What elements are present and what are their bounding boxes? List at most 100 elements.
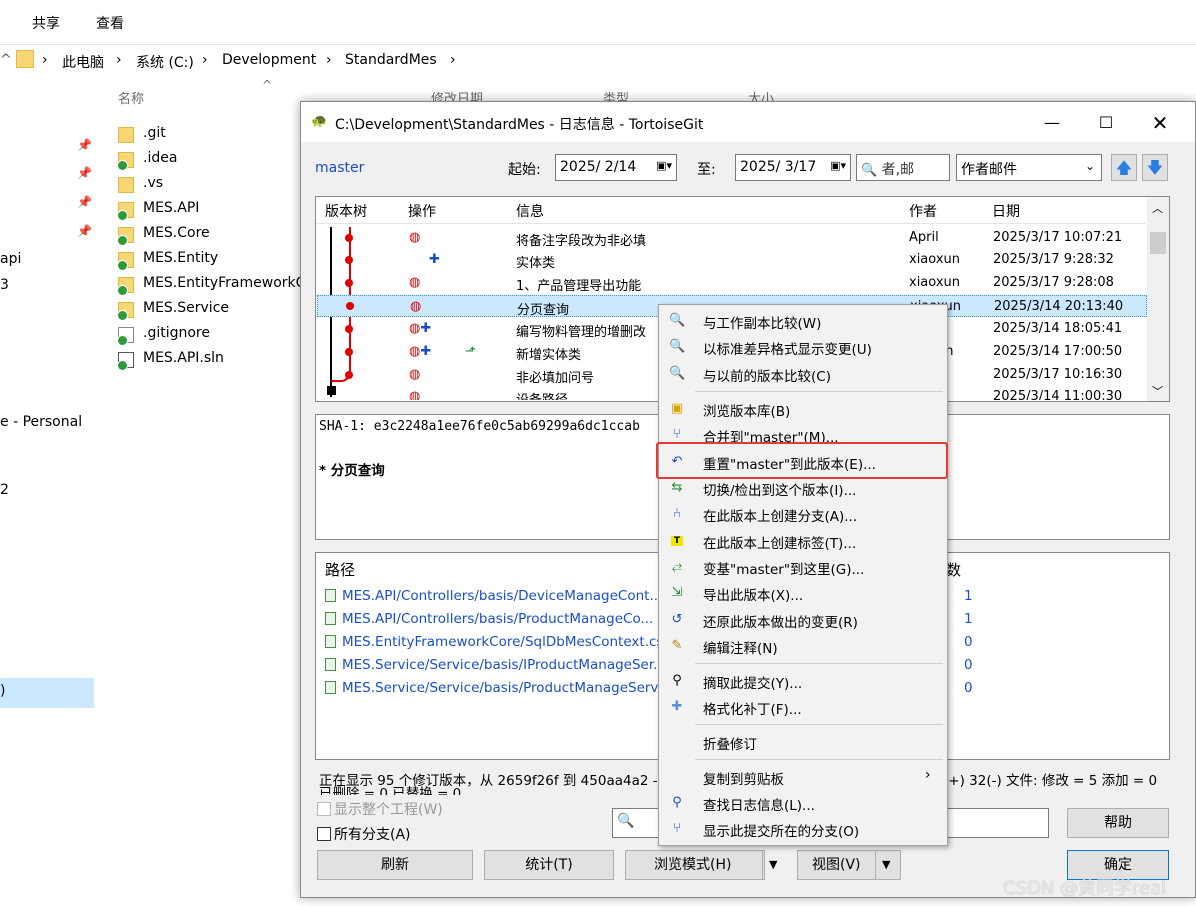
menu-item-revert[interactable]: ↺ 还原此版本做出的变更(R) <box>661 608 945 632</box>
file-icon <box>325 658 336 671</box>
git-ok-badge-icon <box>117 360 128 371</box>
menu-item-compare-previous[interactable]: 🔍 与以前的版本比较(C) <box>661 362 945 386</box>
menu-item-create-branch[interactable]: ⑃ 在此版本上创建分支(A)... <box>661 502 945 526</box>
minimize-button[interactable]: — <box>1029 110 1075 136</box>
menu-item-collapse-revisions[interactable]: 折叠修订 <box>661 730 945 754</box>
git-ok-badge-icon <box>117 335 128 346</box>
column-header-actions[interactable]: 操作 <box>408 201 436 221</box>
chevron-right-icon: › <box>42 52 48 68</box>
menu-separator <box>695 391 943 392</box>
sha-text: SHA-1: e3c2248a1ee76fe0c5ab69299a6dc1cca… <box>319 419 640 434</box>
statistics-button[interactable]: 统计(T) <box>484 850 614 880</box>
column-header-name[interactable]: 名称 <box>118 88 144 107</box>
ribbon-tab-view[interactable]: 查看 <box>96 13 124 33</box>
git-ok-badge-icon <box>117 210 128 221</box>
folder-icon <box>118 127 134 143</box>
menu-item-show-unified-diff[interactable]: 🔍 以标准差异格式显示变更(U) <box>661 335 945 359</box>
refresh-button[interactable]: 刷新 <box>317 850 473 880</box>
nav-item[interactable]: e - Personal <box>0 414 82 430</box>
nav-selected[interactable] <box>0 678 94 708</box>
changed-file-row[interactable]: MES.EntityFrameworkCore/SqlDbMesContext.… <box>325 634 663 650</box>
modified-icon: ◍✚ <box>409 344 432 359</box>
branches-icon: ⑂ <box>673 821 681 836</box>
menu-item-show-branches[interactable]: ⑂ 显示此提交所在的分支(O) <box>661 817 945 841</box>
folder-icon <box>117 302 134 321</box>
from-date-picker[interactable]: 2025/ 2/14 ▣▾ <box>555 154 677 181</box>
log-row[interactable]: ◍ 将备注字段改为非必填 April 2025/3/17 10:07:21 <box>317 227 1147 249</box>
view-button[interactable]: 视图(V) ▼ <box>797 850 901 880</box>
close-button[interactable]: ✕ <box>1137 110 1183 136</box>
column-header-message[interactable]: 信息 <box>516 201 544 221</box>
column-header-path[interactable]: 路径 <box>325 559 355 580</box>
chevron-right-icon: › <box>326 52 332 68</box>
nav-item[interactable]: 2 <box>0 482 9 498</box>
nav-item[interactable]: ) <box>0 683 5 699</box>
menu-item-find-log[interactable]: ⚲ 查找日志信息(L)... <box>661 791 945 815</box>
file-icon <box>325 612 336 625</box>
menu-item-export[interactable]: ⇲ 导出此版本(X)... <box>661 581 945 605</box>
commit-dot <box>345 371 353 379</box>
menu-item-copy-clipboard[interactable]: 复制到剪贴板 › <box>661 765 945 789</box>
menu-item-cherry-pick[interactable]: ⚲ 摘取此提交(Y)... <box>661 669 945 693</box>
up-arrow-icon[interactable]: ^ <box>0 52 12 68</box>
modified-icon: ◍ <box>409 367 421 382</box>
patch-icon: ✚ <box>671 699 683 714</box>
watermark: CSDN @黄同学real <box>1003 878 1167 899</box>
breadcrumb-standardmes[interactable]: StandardMes <box>345 52 437 68</box>
git-ok-badge-icon <box>117 160 128 171</box>
chevron-up-icon[interactable]: ︿ <box>1152 200 1163 216</box>
menu-item-format-patch[interactable]: ✚ 格式化补丁(F)... <box>661 695 945 719</box>
changed-file-row[interactable]: MES.API/Controllers/basis/DeviceManageCo… <box>325 588 662 604</box>
help-button[interactable]: 帮助 <box>1067 808 1169 838</box>
breadcrumb-development[interactable]: Development <box>222 52 316 68</box>
scrollbar[interactable]: ︿ ﹀ <box>1147 197 1169 401</box>
ribbon-tab-share[interactable]: 共享 <box>32 13 60 33</box>
browse-mode-button[interactable]: 浏览模式(H) ▼ <box>625 850 777 880</box>
menu-item-rebase[interactable]: ⥄ 变基"master"到这里(G)... <box>661 555 945 579</box>
search-input[interactable]: 🔍 者,邮 <box>856 154 950 181</box>
commit-dot <box>346 302 354 310</box>
search-icon: 🔍 <box>617 813 635 829</box>
show-whole-project-checkbox[interactable] <box>317 802 331 816</box>
breadcrumb-this-pc[interactable]: 此电脑 <box>62 52 104 72</box>
address-bar[interactable]: ^ › 此电脑 › 系统 (C:) › Development › Standa… <box>0 44 1196 74</box>
changed-file-row[interactable]: MES.API/Controllers/basis/ProductManageC… <box>325 611 653 627</box>
all-branches-label: 所有分支(A) <box>334 827 411 843</box>
to-date-picker[interactable]: 2025/ 3/17 ▣▾ <box>735 154 851 181</box>
file-icon <box>325 635 336 648</box>
arrow-up-button[interactable]: 🡅 <box>1111 154 1137 181</box>
column-header-lines[interactable]: 数 <box>946 559 961 580</box>
dropdown-arrow-icon: ▼ <box>882 858 891 871</box>
filter-search-input[interactable]: 🔍 <box>612 808 664 838</box>
column-header-author[interactable]: 作者 <box>909 201 937 221</box>
submenu-arrow-icon: › <box>925 767 931 783</box>
filter-select[interactable]: 作者邮件 ⌄ <box>956 154 1102 181</box>
log-row[interactable]: ◍ 1、产品管理导出功能 xiaoxun 2025/3/17 9:28:08 <box>317 272 1147 294</box>
window-title: C:\Development\StandardMes - 日志信息 - Tort… <box>335 117 704 133</box>
chevron-down-icon[interactable]: ﹀ <box>1152 383 1163 399</box>
changed-file-row[interactable]: MES.Service/Service/basis/IProductManage… <box>325 657 666 673</box>
folder-icon <box>118 177 134 193</box>
all-branches-checkbox[interactable] <box>317 827 331 841</box>
menu-item-edit-notes[interactable]: ✎ 编辑注释(N) <box>661 634 945 658</box>
calendar-dropdown-icon: ▣▾ <box>830 159 846 172</box>
breadcrumb-c-drive[interactable]: 系统 (C:) <box>136 52 194 72</box>
branch-link[interactable]: master <box>315 160 364 176</box>
to-label: 至: <box>697 162 716 178</box>
maximize-button[interactable]: ☐ <box>1083 110 1129 136</box>
column-header-graph[interactable]: 版本树 <box>325 201 367 221</box>
arrow-down-button[interactable]: 🡇 <box>1142 154 1168 181</box>
scrollbar-thumb[interactable] <box>1150 232 1166 254</box>
menu-item-browse-repo[interactable]: ▣ 浏览版本库(B) <box>661 397 945 421</box>
menu-item-compare-working-copy[interactable]: 🔍 与工作副本比较(W) <box>661 309 945 333</box>
nav-item[interactable]: api <box>0 251 21 267</box>
filter-search-input-right[interactable] <box>947 808 1049 838</box>
log-row[interactable]: ✚ 实体类 xiaoxun 2025/3/17 9:28:32 <box>317 249 1147 271</box>
menu-item-create-tag[interactable]: T 在此版本上创建标签(T)... <box>661 529 945 553</box>
folder-icon <box>117 252 134 271</box>
modified-icon: ◍✚ <box>409 321 432 336</box>
nav-item[interactable]: 3 <box>0 277 9 293</box>
menu-item-switch[interactable]: ⇆ 切换/检出到这个版本(I)... <box>661 476 945 500</box>
changed-file-row[interactable]: MES.Service/Service/basis/ProductManageS… <box>325 680 670 696</box>
column-header-date[interactable]: 日期 <box>992 201 1020 221</box>
